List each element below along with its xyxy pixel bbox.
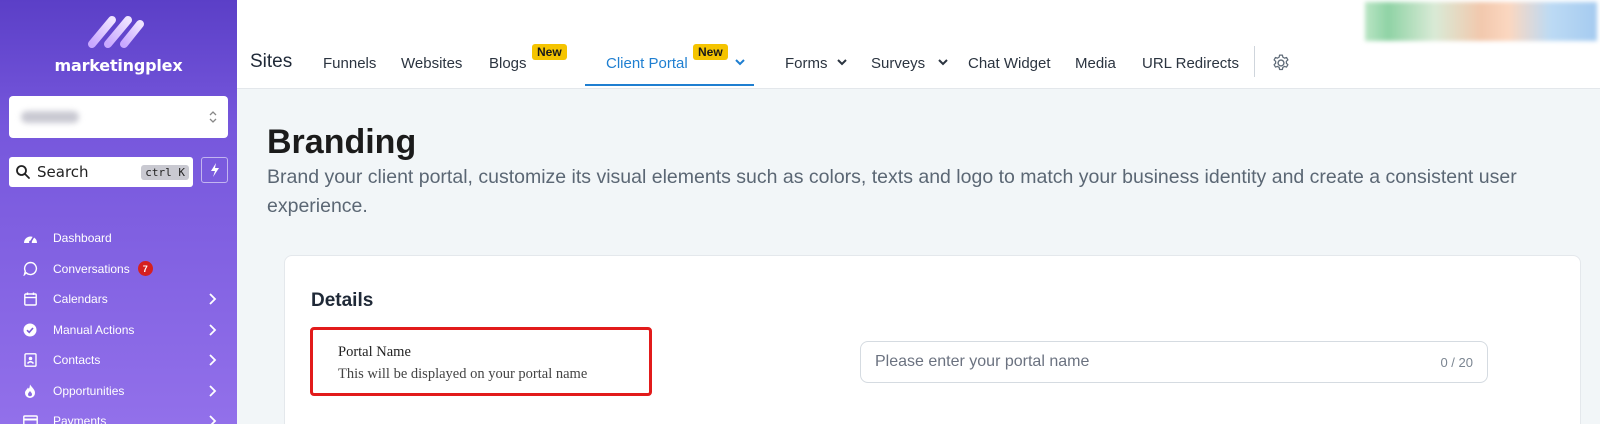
character-counter: 0 / 20 [1440, 354, 1473, 370]
page-title: Branding [267, 123, 417, 161]
tab-forms[interactable]: Forms [785, 55, 828, 72]
sidebar-item-label: Dashboard [53, 231, 112, 246]
sidebar-item-label: Payments [53, 414, 107, 424]
sidebar-item-payments[interactable]: Payments [0, 406, 237, 424]
portal-name-field[interactable]: 0 / 20 [860, 341, 1488, 383]
card-title: Details [311, 290, 374, 311]
tab-client-portal[interactable]: Client Portal [606, 55, 688, 72]
account-name-blurred [21, 111, 79, 123]
new-badge: New [532, 44, 567, 60]
calendar-icon [22, 291, 38, 307]
unread-count-badge: 7 [137, 261, 153, 277]
new-badge: New [693, 44, 728, 60]
user-avatars-blurred [1365, 2, 1597, 41]
chevron-right-icon [209, 384, 217, 397]
tab-chat-widget[interactable]: Chat Widget [968, 55, 1051, 72]
search-icon [16, 165, 30, 179]
search-label: Search [37, 163, 89, 181]
tab-url-redirects[interactable]: URL Redirects [1142, 55, 1239, 72]
updown-caret-icon [209, 111, 217, 123]
field-label: Portal Name [338, 344, 411, 360]
active-tab-indicator [585, 84, 754, 86]
page-description: Brand your client portal, customize its … [267, 166, 1517, 217]
chat-icon [22, 261, 38, 277]
sidebar: marketingplex Search ctrl K Dashboard Co… [0, 0, 237, 424]
chevron-right-icon [209, 354, 217, 366]
top-nav-bar: Sites Funnels Websites Blogs New Client … [237, 0, 1600, 89]
bolt-icon [210, 163, 219, 177]
chevron-right-icon [209, 323, 217, 336]
section-title: Sites [250, 51, 293, 72]
card-icon [22, 413, 38, 424]
field-help-text: This will be displayed on your portal na… [338, 366, 588, 382]
dashboard-icon [22, 230, 38, 246]
logo-icon [88, 16, 144, 48]
portal-name-label-highlight: Portal Name This will be displayed on yo… [310, 327, 652, 396]
tab-websites[interactable]: Websites [401, 55, 462, 72]
search-shortcut: ctrl K [141, 164, 189, 180]
sidebar-item-label: Manual Actions [53, 322, 135, 337]
tab-surveys[interactable]: Surveys [871, 55, 925, 72]
gear-icon[interactable] [1271, 53, 1291, 73]
chevron-right-icon [209, 415, 217, 424]
check-circle-icon [22, 322, 38, 338]
search-input[interactable]: Search ctrl K [9, 157, 193, 187]
divider [1254, 46, 1255, 77]
chevron-down-icon[interactable] [937, 57, 949, 67]
chevron-down-icon[interactable] [734, 57, 746, 67]
tab-media[interactable]: Media [1075, 55, 1116, 72]
sidebar-item-opportunities[interactable]: Opportunities [0, 376, 237, 407]
sidebar-item-label: Calendars [53, 292, 108, 307]
sidebar-item-dashboard[interactable]: Dashboard [0, 223, 237, 254]
sidebar-item-label: Contacts [53, 353, 101, 368]
sidebar-nav: Dashboard Conversations 7 Calendars Manu… [0, 223, 237, 424]
tab-blogs[interactable]: Blogs [489, 55, 527, 72]
sidebar-item-label: Conversations [53, 261, 130, 276]
brand-name: marketingplex [54, 56, 183, 75]
account-switcher[interactable] [9, 96, 228, 138]
quick-actions-button[interactable] [201, 157, 228, 183]
sidebar-item-manual-actions[interactable]: Manual Actions [0, 315, 237, 346]
tab-funnels[interactable]: Funnels [323, 55, 376, 72]
details-card: Details Portal Name This will be display… [284, 255, 1581, 424]
sidebar-item-conversations[interactable]: Conversations 7 [0, 254, 237, 285]
contacts-icon [22, 352, 38, 368]
sidebar-item-calendars[interactable]: Calendars [0, 284, 237, 315]
chevron-right-icon [209, 293, 217, 305]
sidebar-item-label: Opportunities [53, 383, 125, 398]
main-content: Branding Brand your client portal, custo… [237, 89, 1600, 424]
chevron-down-icon[interactable] [836, 57, 848, 67]
funnel-icon [22, 383, 38, 399]
portal-name-input[interactable] [861, 342, 1441, 382]
sidebar-item-contacts[interactable]: Contacts [0, 345, 237, 376]
